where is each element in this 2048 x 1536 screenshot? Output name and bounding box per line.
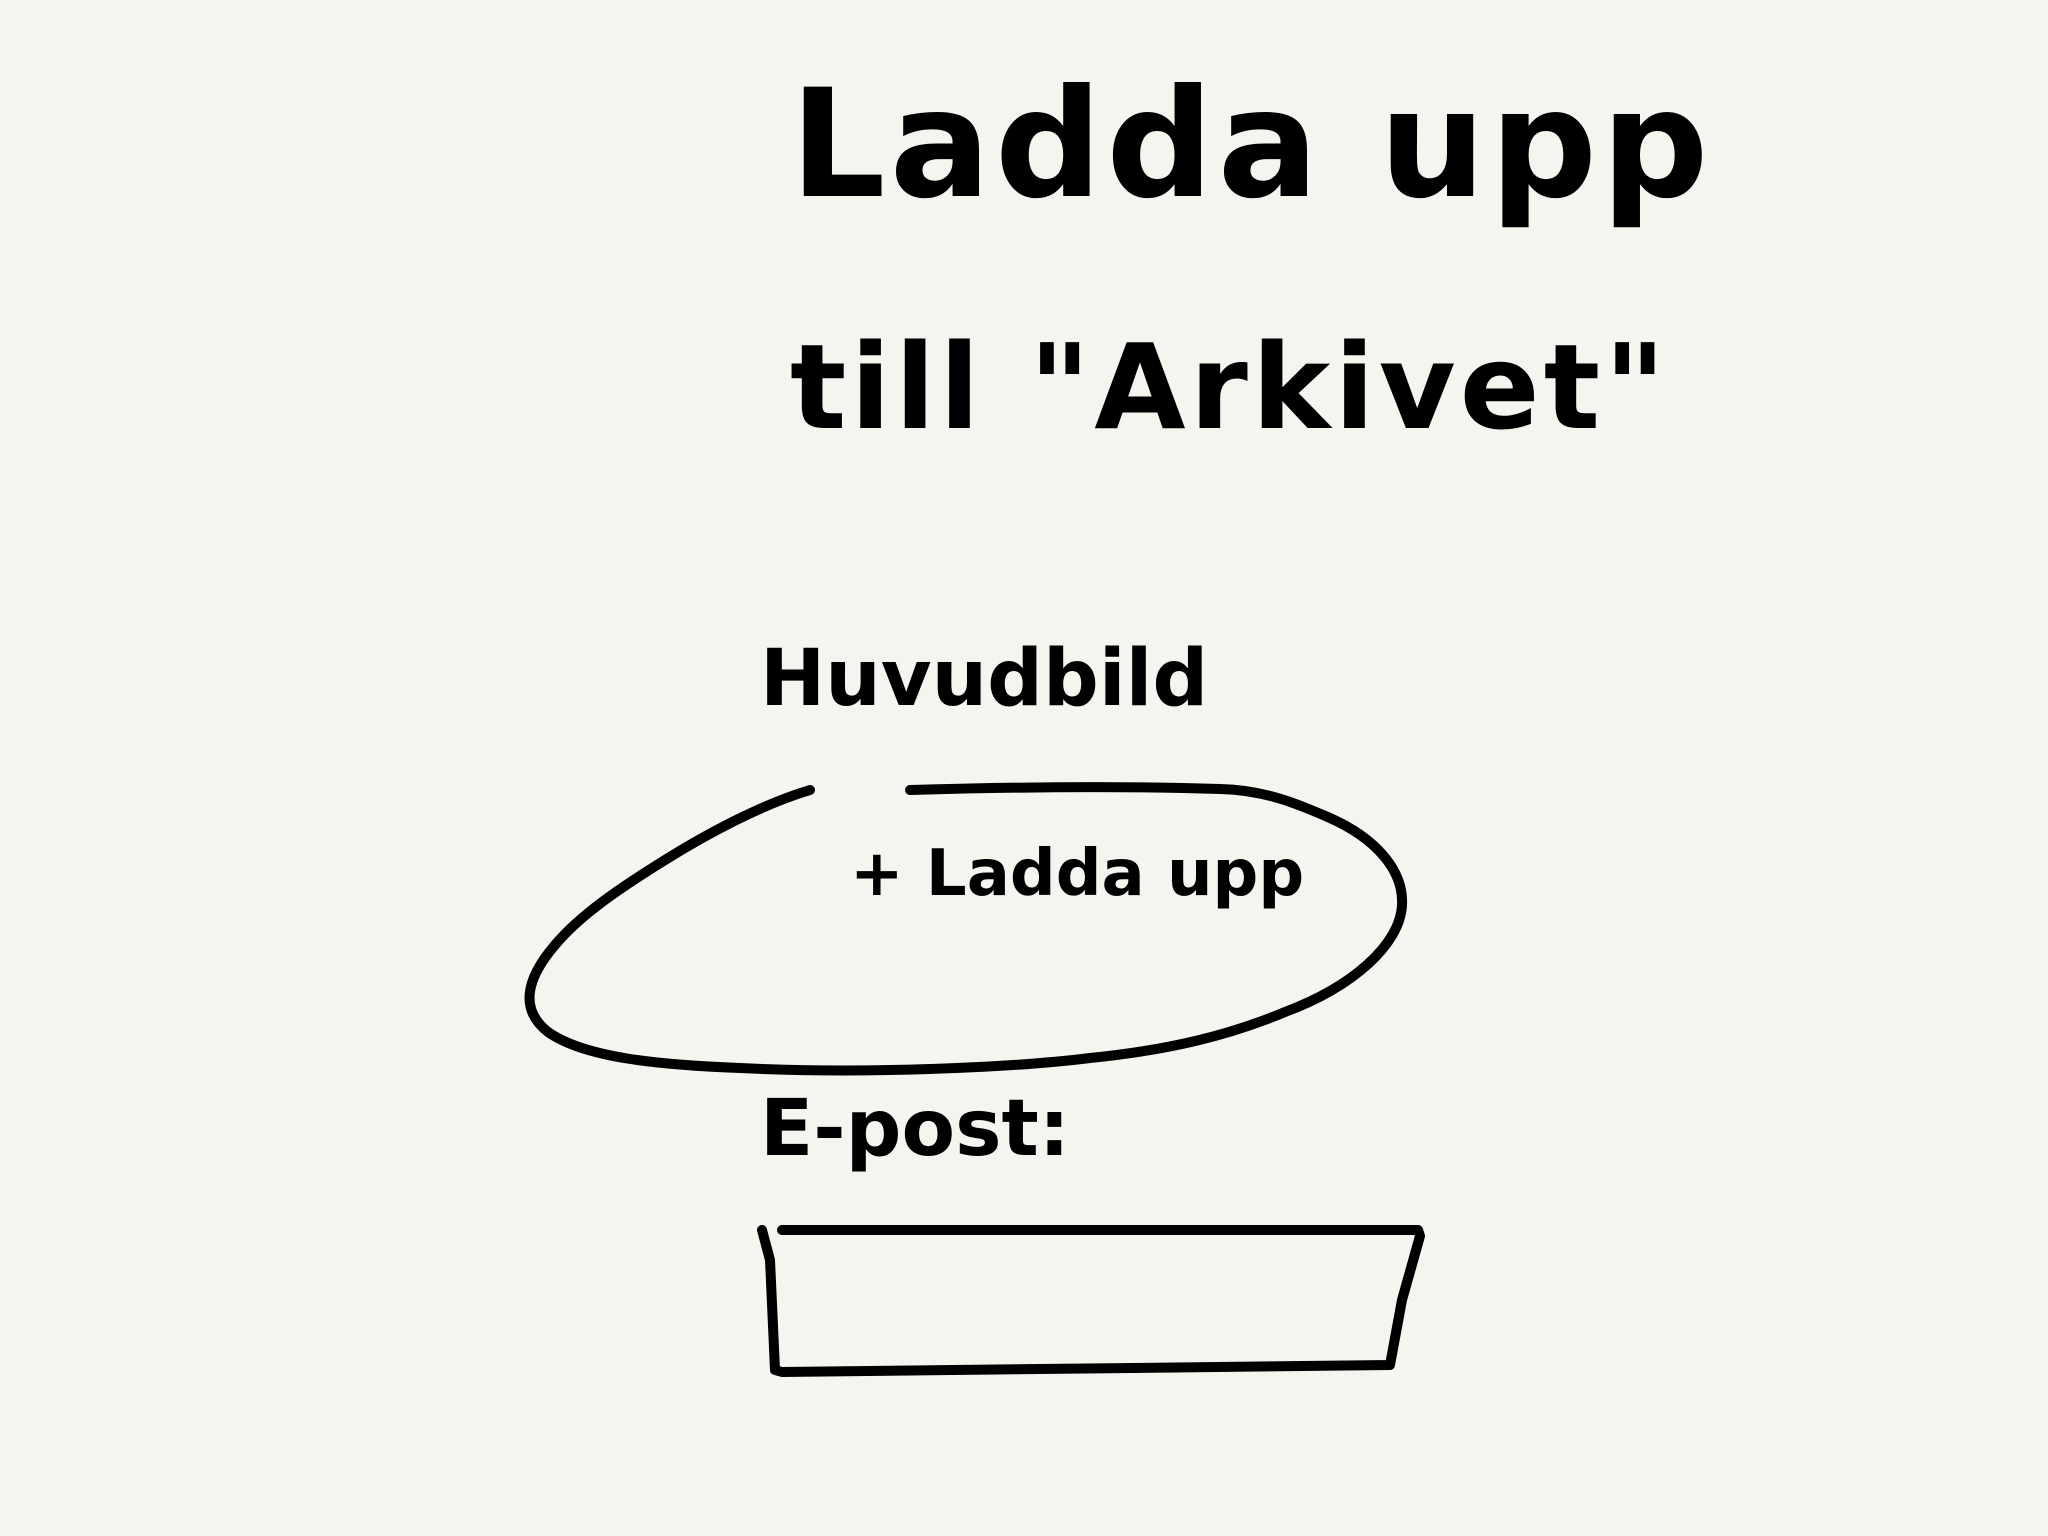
main-image-label: Huvudbild: [760, 634, 1209, 724]
email-field[interactable]: [764, 1224, 1430, 1374]
page-title-line-1: Ladda upp: [790, 58, 1713, 232]
upload-button-label: + Ladda upp: [850, 837, 1305, 911]
email-label: E-post:: [760, 1084, 1070, 1174]
page-title-line-2: till "Arkivet": [790, 318, 1670, 456]
